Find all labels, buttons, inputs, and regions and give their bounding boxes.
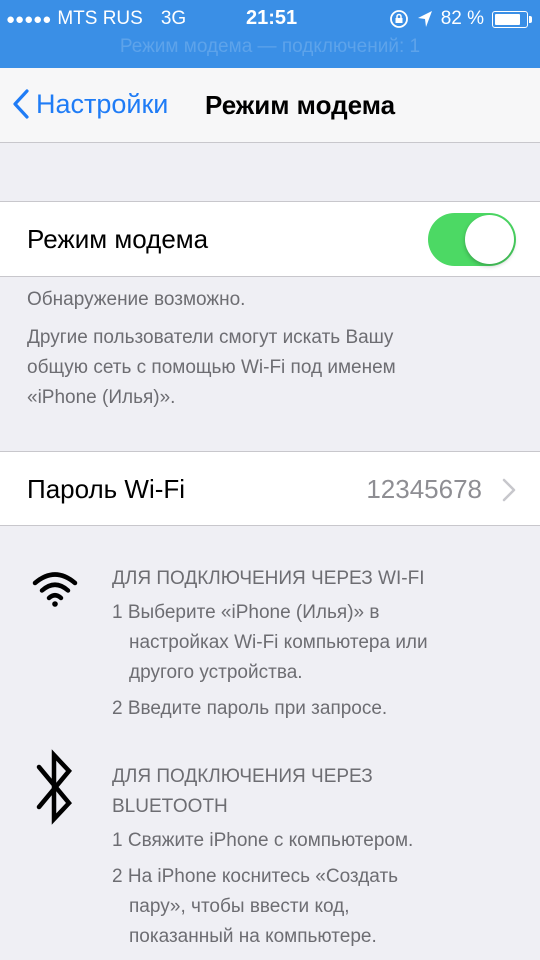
back-button[interactable]: Настройки <box>12 88 168 120</box>
bluetooth-step-2-line: пару», чтобы ввести код, <box>129 896 350 917</box>
hotspot-connections-banner[interactable]: Режим модема — подключений: 1 <box>0 36 540 58</box>
carrier-name: MTS RUS <box>57 8 143 29</box>
wifi-icon <box>32 572 78 607</box>
hotspot-toggle-label: Режим модема <box>27 224 209 254</box>
wifi-password-row[interactable]: Пароль Wi-Fi 12345678 <box>0 451 540 526</box>
chevron-right-icon <box>502 478 516 502</box>
status-bar: ●●●●● MTS RUS 3G 21:51 82 % Режим модема… <box>0 0 540 68</box>
status-right: 82 % <box>389 8 532 30</box>
discovery-note-line: «iPhone (Илья)». <box>27 387 176 408</box>
status-left: ●●●●● MTS RUS 3G <box>6 8 186 30</box>
discovery-note: Обнаружение возможно. Другие пользовател… <box>27 285 396 413</box>
wifi-instructions: ДЛЯ ПОДКЛЮЧЕНИЯ ЧЕРЕЗ WI-FI 1 Выберите «… <box>112 564 428 724</box>
discovery-note-line: общую сеть с помощью Wi-Fi под именем <box>27 357 396 378</box>
wifi-step-1: 1 Выберите «iPhone (Илья)» в настройках … <box>112 598 428 688</box>
bluetooth-step-1: 1 Свяжите iPhone с компьютером. <box>112 830 414 851</box>
network-type: 3G <box>160 8 187 29</box>
wifi-step-2: 2 Введите пароль при запросе. <box>112 698 388 719</box>
battery-level <box>495 13 520 25</box>
wifi-password-value: 12345678 <box>366 474 482 504</box>
wifi-password-label: Пароль Wi-Fi <box>27 474 186 504</box>
chevron-left-icon <box>13 89 29 119</box>
discovery-note-line: Другие пользователи смогут искать Вашу <box>27 327 394 348</box>
clock: 21:51 <box>246 7 298 29</box>
bluetooth-step-2-line: показанный на компьютере. <box>129 926 377 947</box>
hotspot-toggle-switch[interactable] <box>428 213 516 266</box>
bluetooth-step-2: 2 На iPhone коснитесь «Создать пару», чт… <box>112 862 413 952</box>
bluetooth-section-header: ДЛЯ ПОДКЛЮЧЕНИЯ ЧЕРЕЗ <box>112 766 373 787</box>
battery-percent: 82 % <box>440 8 484 29</box>
bluetooth-section-header: BLUETOOTH <box>112 796 228 817</box>
wifi-step-1-line: настройках Wi-Fi компьютера или <box>129 632 428 653</box>
wifi-step-1-line: 1 Выберите «iPhone (Илья)» в <box>112 602 380 623</box>
hotspot-toggle-row: Режим модема <box>0 201 540 277</box>
battery-icon <box>492 10 532 28</box>
back-button-label: Настройки <box>36 88 169 119</box>
bluetooth-icon <box>36 749 73 825</box>
navigation-bar: Настройки Режим модема <box>0 68 540 143</box>
wifi-step-1-line: другого устройства. <box>129 662 303 683</box>
toggle-knob <box>465 215 514 264</box>
bluetooth-step-2-line: 2 На iPhone коснитесь «Создать <box>112 866 399 887</box>
discovery-note-line: Обнаружение возможно. <box>27 289 246 310</box>
signal-strength-icon: ●●●●● <box>6 10 52 28</box>
wifi-section-header: ДЛЯ ПОДКЛЮЧЕНИЯ ЧЕРЕЗ WI-FI <box>112 568 425 589</box>
rotation-lock-icon <box>389 10 408 28</box>
page-title: Режим модема <box>205 90 396 120</box>
bluetooth-instructions: ДЛЯ ПОДКЛЮЧЕНИЯ ЧЕРЕЗ BLUETOOTH 1 Свяжит… <box>112 762 413 952</box>
location-arrow-icon <box>417 11 432 27</box>
